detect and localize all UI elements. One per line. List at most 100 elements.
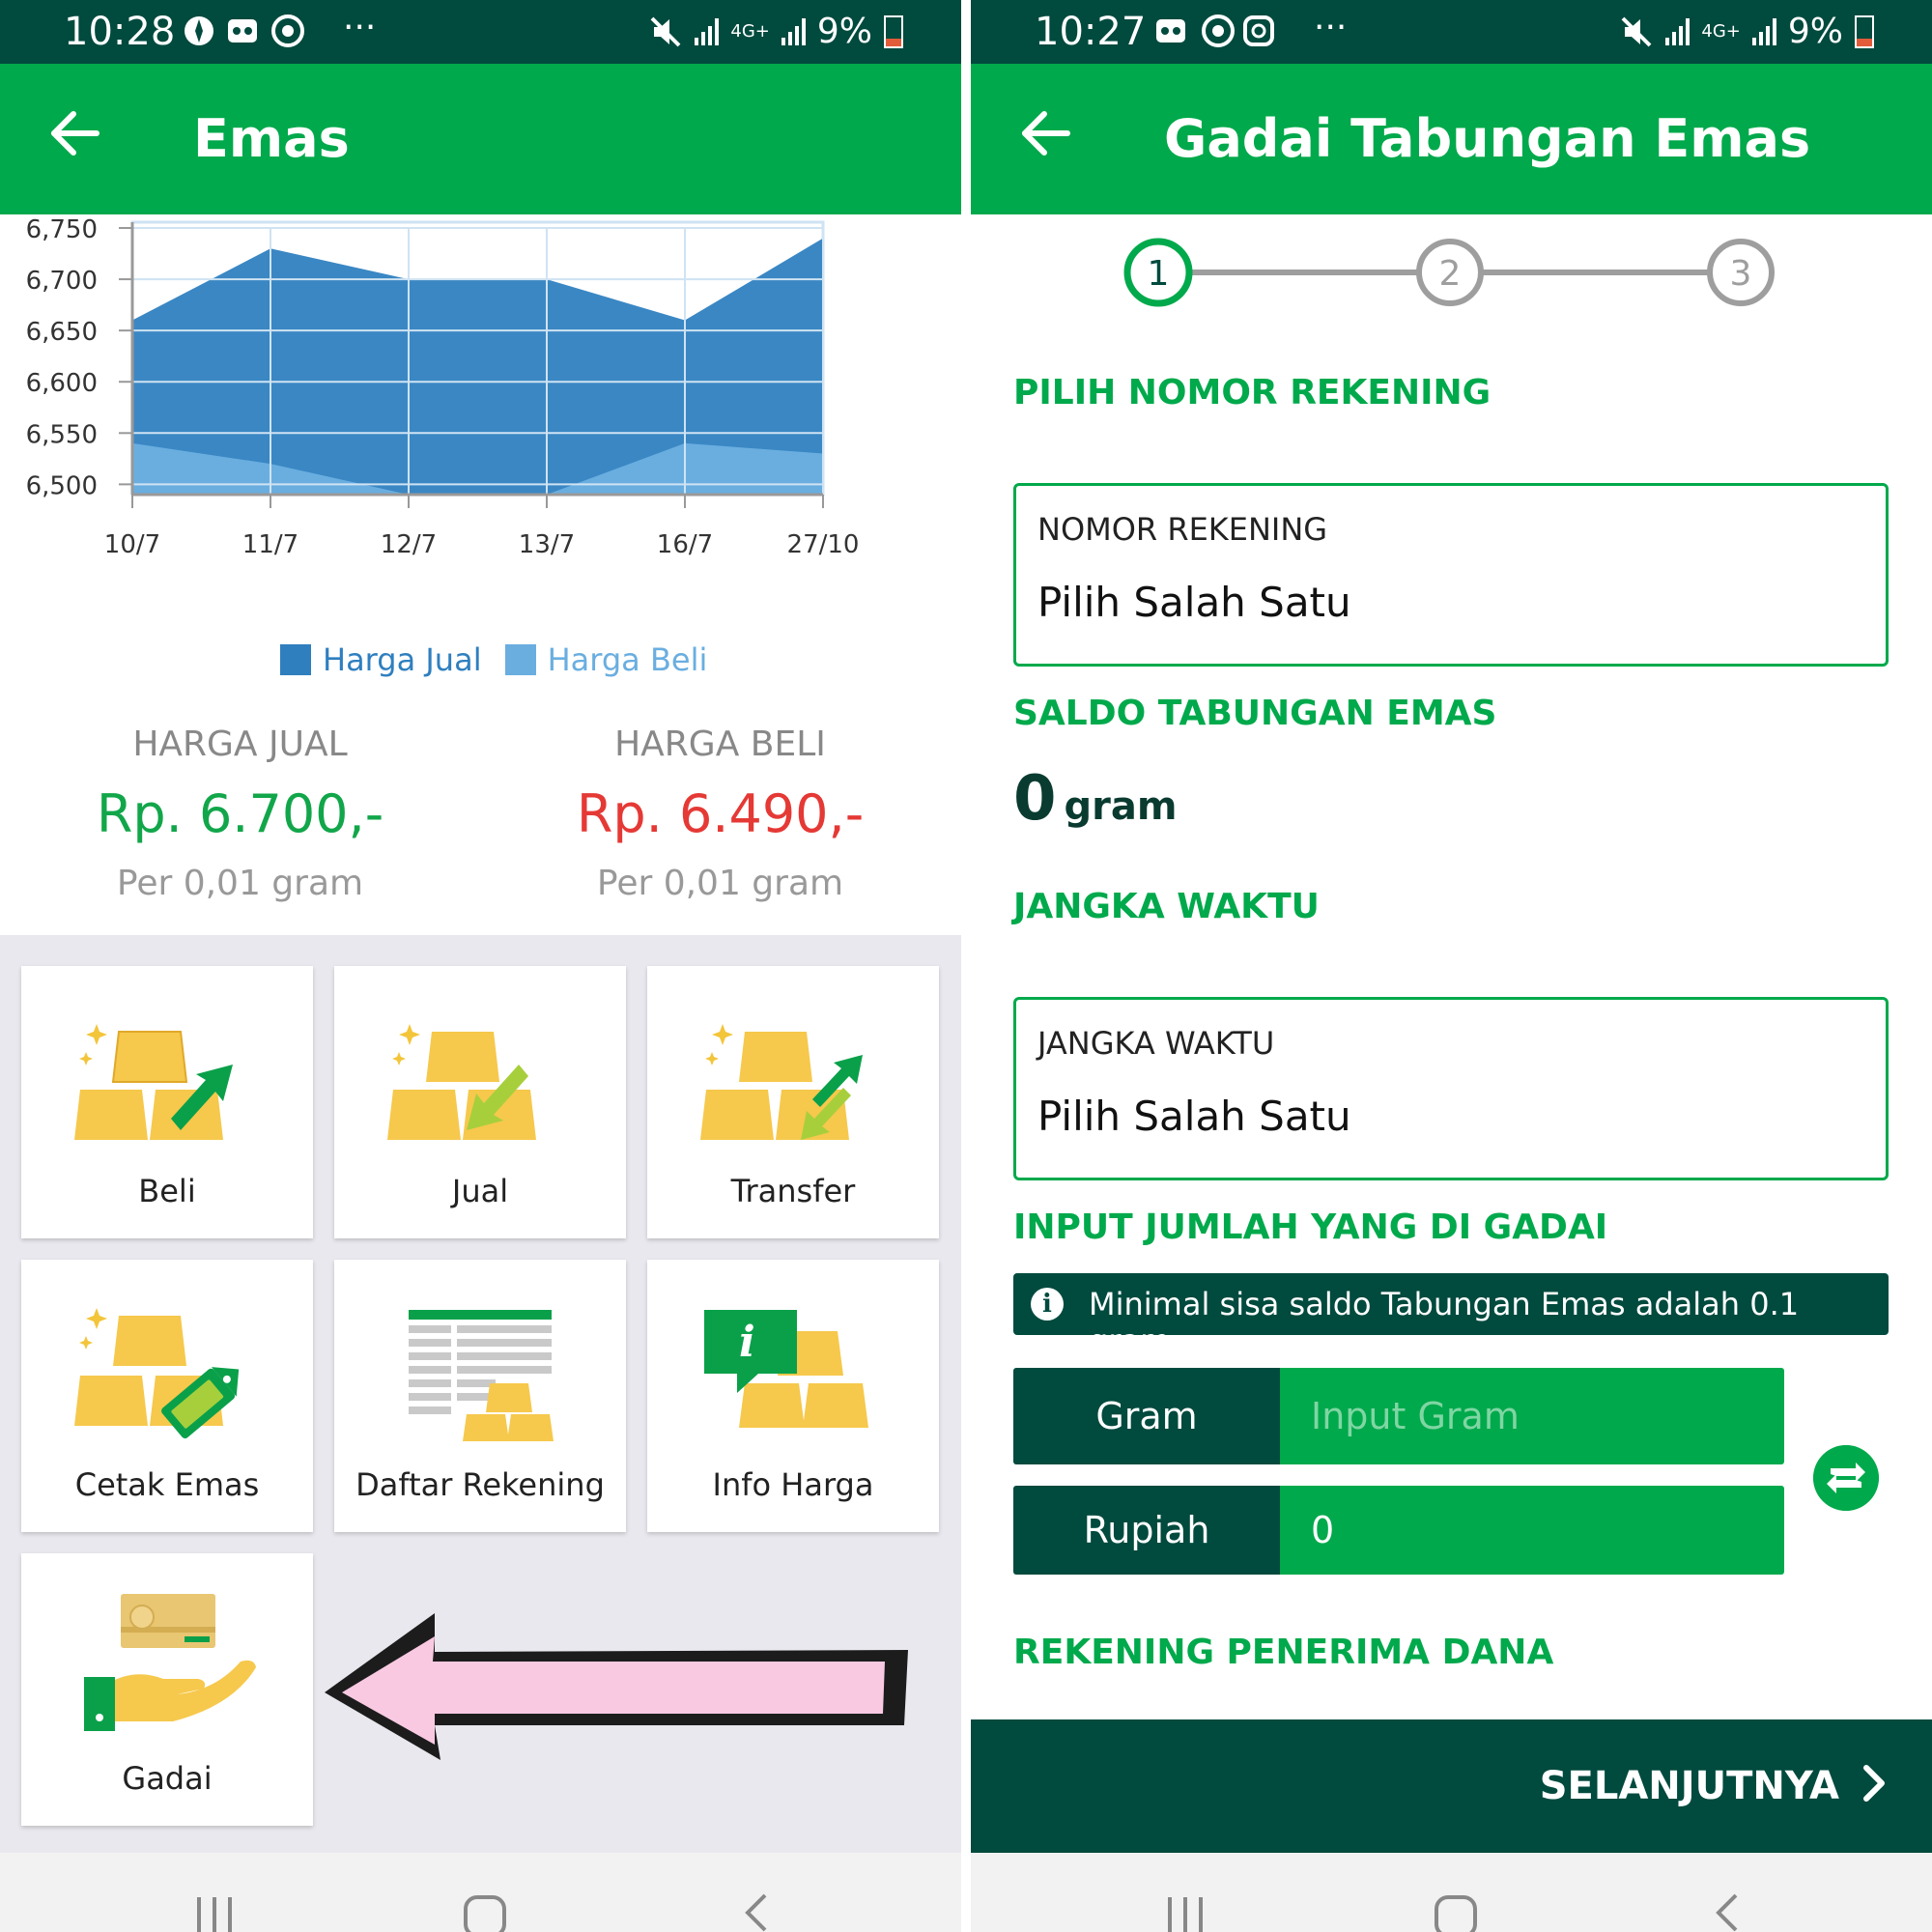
menu-info-harga[interactable]: i Info Harga	[647, 1260, 939, 1532]
nomor-rekening-value: Pilih Salah Satu	[1037, 579, 1351, 626]
menu-cetak-emas-label: Cetak Emas	[74, 1466, 260, 1503]
more-notifications-icon: ···	[1314, 8, 1348, 47]
rupiah-label: Rupiah	[1013, 1486, 1280, 1575]
harga-jual-label: HARGA JUAL	[132, 724, 348, 764]
rupiah-input-row: Rupiah	[1013, 1486, 1784, 1575]
nomor-rekening-label: NOMOR REKENING	[1037, 511, 1328, 548]
jangka-waktu-select[interactable]: JANGKA WAKTU Pilih Salah Satu	[1013, 997, 1889, 1180]
gold-sell-icon	[387, 1024, 536, 1140]
menu-cetak-emas[interactable]: Cetak Emas	[21, 1260, 313, 1532]
battery-percent: 9%	[1787, 12, 1843, 51]
svg-text:1: 1	[1148, 254, 1170, 294]
signal-icon-2	[781, 17, 806, 45]
notification-icons	[182, 14, 327, 57]
menu-daftar-rekening-label: Daftar Rekening	[355, 1466, 605, 1503]
menu-beli-label: Beli	[138, 1173, 196, 1209]
menu-gadai[interactable]: Gadai	[21, 1553, 313, 1826]
price-summary: HARGA JUAL Rp. 6.700,- Per 0,01 gram HAR…	[0, 715, 961, 937]
harga-beli-block: HARGA BELI Rp. 6.490,- Per 0,01 gram	[480, 715, 960, 903]
jangka-waktu-value: Pilih Salah Satu	[1037, 1093, 1351, 1140]
harga-beli-value: Rp. 6.490,-	[576, 783, 865, 844]
next-button[interactable]: SELANJUTNYA	[971, 1719, 1932, 1853]
gadai-screen: 10:27 ··· 4G+ 9% Gadai Tabungan Emas 1 2…	[971, 0, 1932, 1932]
legend-swatch-beli	[504, 644, 536, 675]
step-2: 2	[1416, 239, 1484, 306]
back-nav-icon[interactable]	[738, 1891, 773, 1932]
info-banner: i Minimal sisa saldo Tabungan Emas adala…	[1013, 1273, 1889, 1359]
page-title: Gadai Tabungan Emas	[1164, 108, 1811, 169]
section-saldo: SALDO TABUNGAN EMAS	[1013, 694, 1497, 733]
home-icon[interactable]	[1433, 1891, 1479, 1932]
battery-icon	[1855, 14, 1874, 48]
svg-text:i: i	[739, 1318, 755, 1367]
menu-daftar-rekening[interactable]: Daftar Rekening	[334, 1260, 626, 1532]
back-nav-icon[interactable]	[1709, 1891, 1744, 1932]
harga-jual-block: HARGA JUAL Rp. 6.700,- Per 0,01 gram	[0, 715, 480, 903]
battery-icon	[884, 14, 903, 48]
y-tick-label: 6,500	[26, 471, 98, 500]
next-button-label: SELANJUTNYA	[1539, 1764, 1839, 1808]
y-tick-label: 6,550	[26, 420, 98, 449]
app-bar: Gadai Tabungan Emas	[971, 64, 1932, 214]
menu-transfer[interactable]: Transfer	[647, 966, 939, 1238]
saldo-display: 0 gram	[1013, 763, 1178, 835]
jangka-waktu-label: JANGKA WAKTU	[1037, 1025, 1275, 1062]
harga-jual-unit: Per 0,01 gram	[116, 864, 364, 903]
back-arrow-icon[interactable]	[1017, 104, 1075, 162]
saldo-value: 0	[1013, 763, 1057, 835]
swap-icon[interactable]	[1813, 1445, 1879, 1511]
x-tick-label: 16/7	[657, 530, 713, 559]
legend-label-beli: Harga Beli	[547, 641, 708, 678]
svg-text:2: 2	[1439, 254, 1462, 294]
x-tick-label: 13/7	[519, 530, 575, 559]
network-type: 4G+	[730, 20, 770, 42]
saldo-unit: gram	[1064, 784, 1178, 829]
y-tick-label: 6,700	[26, 267, 98, 296]
pointer-arrow-annotation	[325, 1613, 908, 1760]
x-tick-label: 10/7	[104, 530, 160, 559]
signal-icon	[1665, 17, 1690, 45]
legend-swatch-jual	[280, 644, 311, 675]
gold-print-icon	[74, 1308, 240, 1439]
signal-icon	[695, 17, 720, 45]
notification-icons	[1152, 14, 1297, 57]
menu-jual[interactable]: Jual	[334, 966, 626, 1238]
home-icon[interactable]	[462, 1891, 508, 1932]
status-bar: 10:28 ··· 4G+ 9%	[0, 0, 961, 64]
gram-input[interactable]	[1280, 1368, 1784, 1464]
x-tick-label: 27/10	[787, 530, 860, 559]
mute-icon	[650, 16, 681, 46]
chevron-right-icon	[1863, 1765, 1885, 1802]
system-nav-bar	[971, 1853, 1932, 1932]
price-info-icon: i	[704, 1310, 868, 1428]
pawn-icon	[84, 1594, 256, 1731]
legend-label-jual: Harga Jual	[323, 641, 482, 678]
menu-gadai-label: Gadai	[122, 1760, 213, 1797]
screenshot-divider	[961, 0, 971, 1932]
status-time: 10:27	[1035, 10, 1147, 54]
harga-jual-value: Rp. 6.700,-	[96, 783, 384, 844]
nomor-rekening-select[interactable]: NOMOR REKENING Pilih Salah Satu	[1013, 483, 1889, 667]
step-3: 3	[1707, 239, 1775, 306]
more-notifications-icon: ···	[343, 8, 377, 47]
back-arrow-icon[interactable]	[46, 104, 104, 162]
battery-percent: 9%	[816, 12, 872, 51]
rupiah-input[interactable]	[1280, 1486, 1784, 1575]
section-pilih-rekening: PILIH NOMOR REKENING	[1013, 373, 1492, 412]
recent-apps-icon[interactable]	[193, 1891, 236, 1932]
y-tick-label: 6,650	[26, 318, 98, 347]
recent-apps-icon[interactable]	[1164, 1891, 1207, 1932]
emas-screen: 10:28 ··· 4G+ 9% Emas 6,750 6,700 6,650 6,	[0, 0, 961, 1932]
status-time: 10:28	[64, 10, 176, 54]
info-icon: i	[1031, 1288, 1064, 1321]
chart-series	[132, 238, 823, 495]
section-jangka-waktu: JANGKA WAKTU	[1013, 887, 1320, 926]
menu-info-harga-label: Info Harga	[712, 1466, 874, 1503]
network-type: 4G+	[1701, 20, 1741, 42]
section-rekening-penerima: REKENING PENERIMA DANA	[1013, 1633, 1554, 1672]
gram-input-row: Gram	[1013, 1368, 1784, 1464]
svg-text:3: 3	[1730, 254, 1752, 294]
gold-transfer-icon	[700, 1024, 863, 1140]
x-tick-label: 12/7	[381, 530, 437, 559]
menu-beli[interactable]: Beli	[21, 966, 313, 1238]
